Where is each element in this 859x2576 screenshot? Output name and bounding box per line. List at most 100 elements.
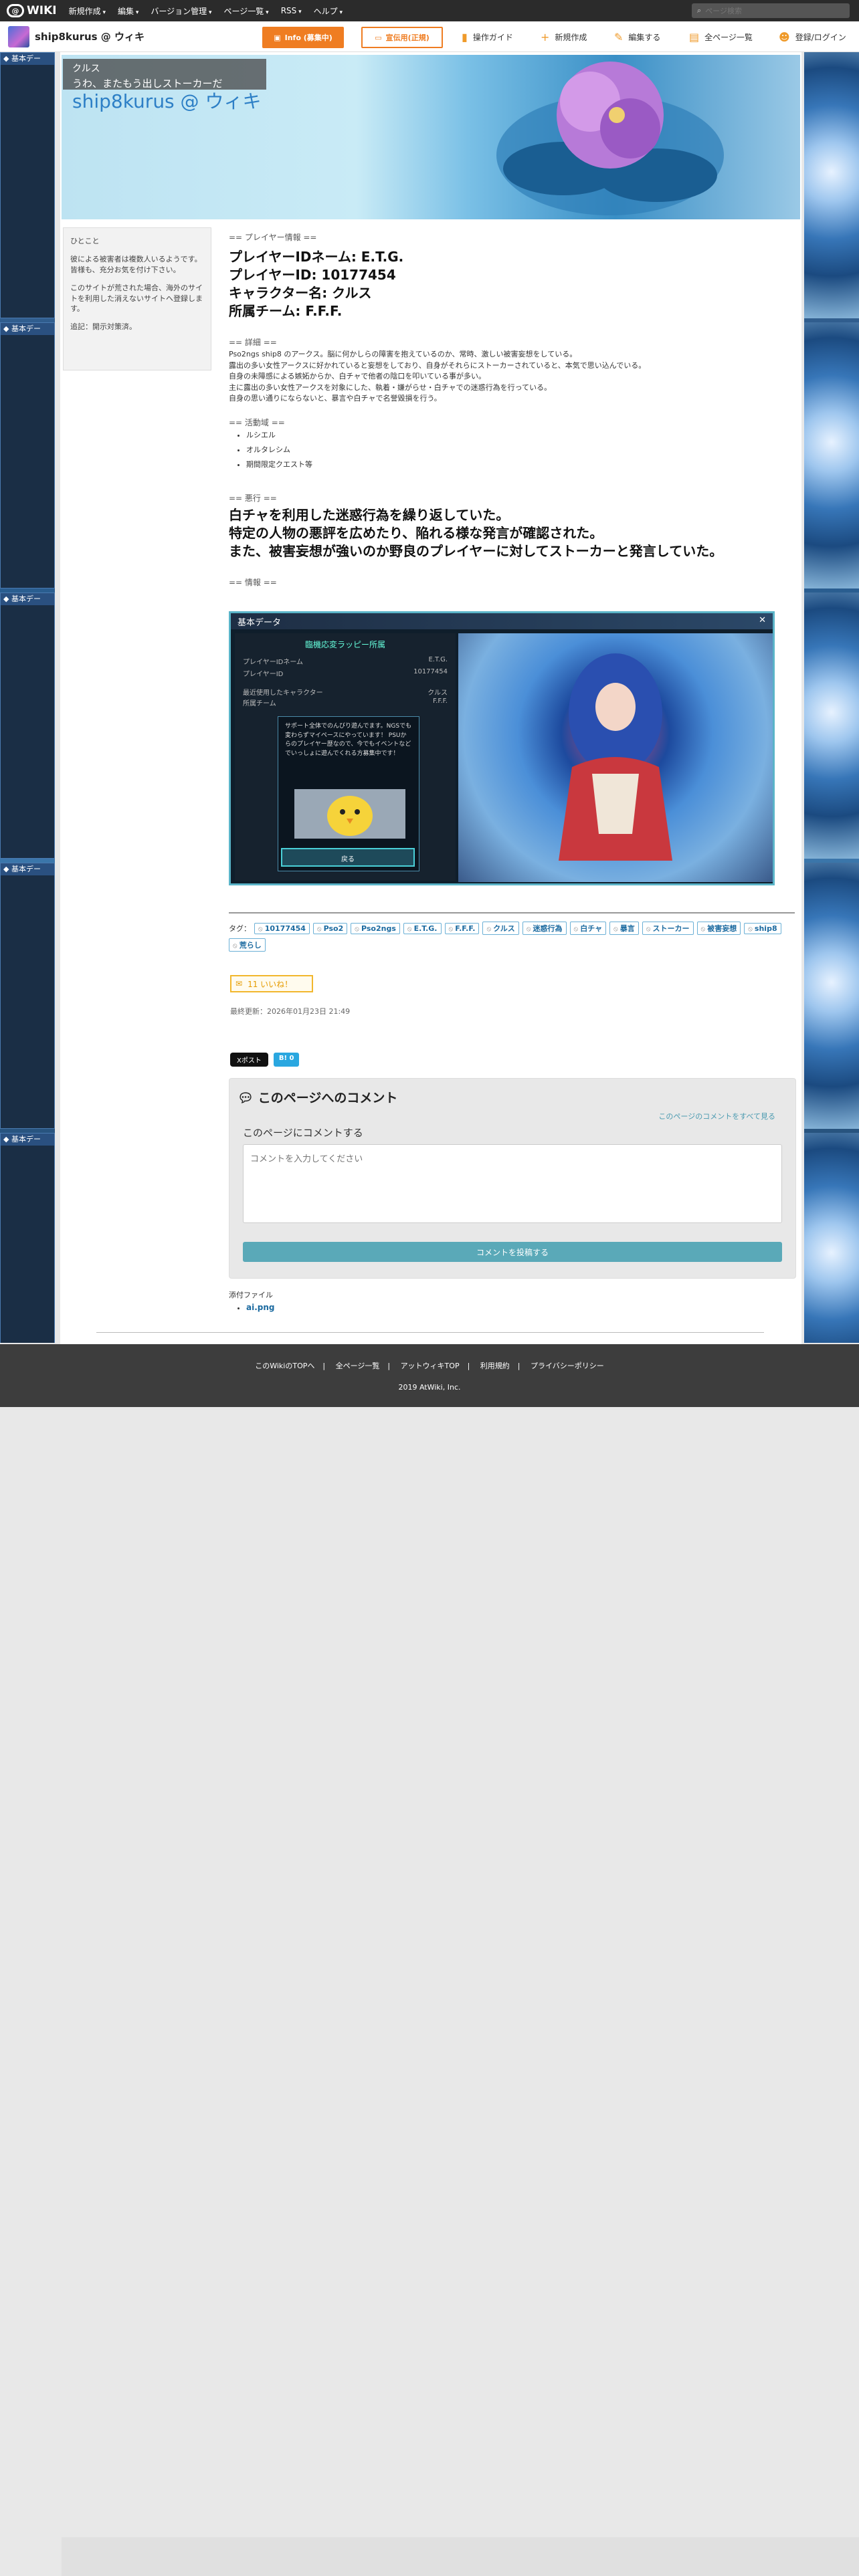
bg-tile: ◆ 基本デー: [0, 52, 55, 318]
close-icon: ✕: [759, 615, 766, 625]
footer-link[interactable]: 全ページ一覧: [336, 1362, 380, 1370]
tags-label: タグ：: [229, 924, 251, 933]
edit-link[interactable]: ✎ 編集する: [614, 31, 660, 43]
tag-link[interactable]: F.F.F.: [444, 922, 480, 934]
menu-pages[interactable]: ページ一覧: [224, 5, 269, 17]
search-input[interactable]: [705, 6, 840, 15]
login-link[interactable]: ☻ 登録/ログイン: [779, 31, 846, 43]
panel-title: 臨機応変ラッピー所属: [304, 640, 385, 649]
list-item: 期間限定クエスト等: [246, 457, 796, 472]
breadcrumb-title[interactable]: クルス: [72, 62, 257, 75]
tag-link[interactable]: 被害妄想: [696, 922, 741, 935]
create-label: 新規作成: [555, 33, 587, 42]
x-post-button[interactable]: Xポスト: [230, 1053, 268, 1067]
bg-tile: ◆ 基本デー: [0, 1133, 55, 1343]
back-button[interactable]: 戻る: [281, 848, 415, 867]
menu-new[interactable]: 新規作成: [69, 5, 106, 17]
side-menu: ひとこと 彼による被害者は複数人いるようです。皆様も、充分お気を付け下さい。 こ…: [63, 227, 211, 370]
comment-submit-button[interactable]: コメントを投稿する: [243, 1242, 782, 1262]
footer-link[interactable]: 利用規約: [480, 1362, 510, 1370]
bg-tile: [804, 863, 859, 1129]
info-button[interactable]: ▣ Info (募集中): [262, 27, 344, 48]
hatena-bookmark-button[interactable]: B! 0: [273, 1053, 300, 1067]
window-title: 基本データ: [237, 618, 282, 628]
detail-line: 自身の思い通りにならないと、暴言や白チャで名誉毀損を行う。: [229, 394, 442, 403]
footer-link[interactable]: プライバシーポリシー: [531, 1362, 604, 1370]
comment-input[interactable]: [243, 1144, 782, 1223]
users-icon: ☻: [779, 31, 790, 43]
page-bottom-area: [62, 2537, 859, 2576]
site-avatar[interactable]: [8, 25, 29, 47]
menu-help[interactable]: ヘルプ: [314, 5, 343, 17]
like-label: 11 いいね！: [248, 979, 293, 989]
menu-rss[interactable]: RSS: [281, 6, 302, 15]
detail-line: 主に露出の多い女性アークスを対象にした、執着・嫌がらせ・白チャでの迷惑行為を行っ…: [229, 383, 552, 392]
like-button[interactable]: ✉ 11 いいね！: [230, 975, 313, 992]
tag-list: タグ： 10177454 Pso2 Pso2ngs E.T.G. F.F.F. …: [229, 922, 795, 952]
tag-link[interactable]: Pso2: [312, 922, 348, 934]
tag-link[interactable]: 迷惑行為: [522, 922, 567, 935]
row-key: 所属チーム: [243, 700, 276, 708]
social-buttons: Xポスト B! 0: [230, 1053, 300, 1067]
row-key: プレイヤーIDネーム: [243, 659, 304, 666]
info-icon: ▣: [274, 33, 281, 42]
row-value: クルス: [427, 689, 448, 697]
all-pages-label: 全ページ一覧: [704, 33, 753, 42]
atwiki-logo[interactable]: @ WIKI: [7, 4, 57, 17]
all-comments-link[interactable]: このページのコメントをすべて見る: [658, 1111, 775, 1121]
detail-line: Pso2ngs ship8 のアークス。脳に何かしらの障害を抱えているのか、常時…: [229, 350, 577, 358]
guide-link[interactable]: ▮ 操作ガイド: [462, 31, 513, 43]
profile-row: 所属チーム F.F.F.: [240, 697, 450, 708]
section-player-info: == プレイヤー情報 ==: [229, 233, 317, 242]
bg-tile-header: ◆ 基本デー: [1, 863, 54, 875]
tag-link[interactable]: ship8: [744, 922, 781, 934]
speech-bubble-icon: 💬︎: [237, 1091, 254, 1105]
site-name[interactable]: ship8kurus @ ウィキ: [35, 29, 145, 43]
attachments-label: 添付ファイル: [229, 1291, 273, 1299]
profile-row: プレイヤーID 10177454: [240, 668, 450, 679]
attachment-item: ai.png: [246, 1303, 275, 1312]
bad-line: 白チャを利用した迷惑行為を繰り返していた。: [229, 506, 510, 523]
character-name: キャラクター名: クルス: [229, 285, 372, 301]
search-box[interactable]: ⌕: [692, 3, 850, 18]
footer-link[interactable]: アットウィキTOP: [401, 1362, 460, 1370]
footer-links: このWikiのTOPへ | 全ページ一覧 | アットウィキTOP | 利用規約 | プラ…: [255, 1362, 604, 1370]
right-background: [804, 52, 859, 1343]
team-name: 所属チーム: F.F.F.: [229, 303, 343, 319]
tag-link[interactable]: 10177454: [254, 922, 310, 934]
bg-tile: ◆ 基本デー: [0, 593, 55, 859]
footer-link[interactable]: このWikiのTOPへ: [255, 1362, 314, 1370]
tag-link[interactable]: E.T.G.: [403, 922, 442, 934]
tag-link[interactable]: 荒らし: [229, 938, 266, 952]
window-titlebar: 基本データ ✕: [231, 613, 773, 629]
info-button-label: Info (募集中): [284, 33, 332, 42]
tag-link[interactable]: 暴言: [609, 922, 639, 935]
guide-label: 操作ガイド: [472, 33, 513, 42]
menu-edit[interactable]: 編集: [118, 5, 138, 17]
tag-link[interactable]: ストーカー: [642, 922, 694, 935]
site-bar: ship8kurus @ ウィキ ▣ Info (募集中) ▭ 宣伝用(正規) ▮ 操…: [0, 21, 859, 52]
edit-label: 編集する: [628, 33, 661, 42]
promo-button[interactable]: ▭ 宣伝用(正規): [361, 27, 443, 48]
all-pages-link[interactable]: ▤ 全ページ一覧: [689, 31, 753, 43]
comment-dialog: サポート全体でのんびり遊んでます。NGSでも変わらずマイペースにやっています！ …: [278, 716, 419, 871]
side-title: ひとこと: [70, 237, 100, 245]
tag-link[interactable]: 白チャ: [569, 922, 607, 935]
dialog-text: サポート全体でのんびり遊んでます。NGSでも変わらずマイペースにやっています！ …: [285, 723, 412, 757]
global-topbar: @ WIKI 新規作成 編集 バージョン管理 ページ一覧 RSS ヘルプ ⌕: [0, 0, 859, 21]
comment-label: このページにコメントする: [243, 1127, 363, 1139]
last-updated: 最終更新：2026年01月23日 21:49: [230, 1007, 351, 1016]
header-banner: クルス うわ、またもう出しストーカーだ ship8kurus @ ウィキ: [62, 55, 800, 219]
menu-version[interactable]: バージョン管理: [151, 5, 211, 17]
bg-tile: [804, 593, 859, 859]
section-info: == 情報 ==: [229, 577, 277, 587]
tag-link[interactable]: Pso2ngs: [351, 922, 400, 934]
profile-row: プレイヤーIDネーム E.T.G.: [240, 656, 450, 667]
promo-button-label: 宣伝用(正規): [385, 33, 430, 42]
section-detail: == 詳細 ==: [229, 338, 277, 347]
game-screenshot[interactable]: 基本データ ✕ 臨機応変ラッピー所属 プレイヤーIDネーム E.T.G. プレイヤー…: [229, 611, 775, 885]
wiki-title[interactable]: ship8kurus @ ウィキ: [72, 87, 261, 114]
create-link[interactable]: + 新規作成: [541, 31, 587, 43]
attachment-link[interactable]: ai.png: [246, 1303, 275, 1312]
tag-link[interactable]: クルス: [482, 922, 519, 935]
